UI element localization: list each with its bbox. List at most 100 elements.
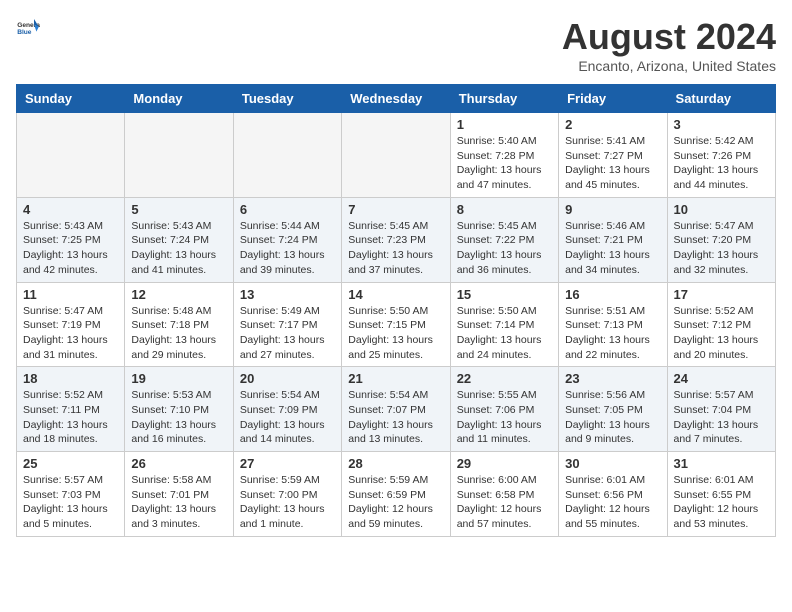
table-row: 15 Sunrise: 5:50 AMSunset: 7:14 PMDayligh… <box>450 282 558 367</box>
table-row: 4Sunrise: 5:43 AMSunset: 7:25 PMDaylight… <box>17 197 125 282</box>
day-info: Sunrise: 5:46 AMSunset: 7:21 PMDaylight:… <box>565 219 660 278</box>
weekday-header-tuesday: Tuesday <box>233 85 341 113</box>
table-row: 25Sunrise: 5:57 AMSunset: 7:03 PMDayligh… <box>17 452 125 537</box>
table-row: 20 Sunrise: 5:54 AMSunset: 7:09 PMDayligh… <box>233 367 341 452</box>
day-info: Sunrise: 6:01 AMSunset: 6:55 PMDaylight:… <box>674 473 769 532</box>
day-info: Sunrise: 5:54 AMSunset: 7:09 PMDaylight:… <box>240 388 335 447</box>
day-info: Sunrise: 5:52 AMSunset: 7:12 PMDaylight:… <box>674 304 769 363</box>
day-number: 23 <box>565 371 660 386</box>
day-number: 12 <box>131 287 226 302</box>
calendar: SundayMondayTuesdayWednesdayThursdayFrid… <box>16 84 776 537</box>
day-info: Sunrise: 5:44 AMSunset: 7:24 PMDaylight:… <box>240 219 335 278</box>
table-row: 1Sunrise: 5:40 AMSunset: 7:28 PMDaylight… <box>450 113 558 198</box>
table-row: 2 Sunrise: 5:41 AMSunset: 7:27 PMDaylight… <box>559 113 667 198</box>
table-row: 14 Sunrise: 5:50 AMSunset: 7:15 PMDayligh… <box>342 282 450 367</box>
table-row: 27 Sunrise: 5:59 AMSunset: 7:00 PMDayligh… <box>233 452 341 537</box>
day-info: Sunrise: 5:42 AMSunset: 7:26 PMDaylight:… <box>674 134 769 193</box>
day-number: 31 <box>674 456 769 471</box>
day-info: Sunrise: 5:53 AMSunset: 7:10 PMDaylight:… <box>131 388 226 447</box>
calendar-week-row: 1Sunrise: 5:40 AMSunset: 7:28 PMDaylight… <box>17 113 776 198</box>
table-row: 10 Sunrise: 5:47 AMSunset: 7:20 PMDayligh… <box>667 197 775 282</box>
table-row: 26Sunrise: 5:58 AMSunset: 7:01 PMDayligh… <box>125 452 233 537</box>
day-number: 24 <box>674 371 769 386</box>
svg-text:Blue: Blue <box>17 29 32 36</box>
subtitle: Encanto, Arizona, United States <box>562 58 776 74</box>
day-info: Sunrise: 5:52 AMSunset: 7:11 PMDaylight:… <box>23 388 118 447</box>
day-info: Sunrise: 5:56 AMSunset: 7:05 PMDaylight:… <box>565 388 660 447</box>
table-row: 28Sunrise: 5:59 AMSunset: 6:59 PMDayligh… <box>342 452 450 537</box>
day-number: 10 <box>674 202 769 217</box>
day-info: Sunrise: 5:48 AMSunset: 7:18 PMDaylight:… <box>131 304 226 363</box>
day-number: 13 <box>240 287 335 302</box>
day-number: 11 <box>23 287 118 302</box>
day-info: Sunrise: 5:54 AMSunset: 7:07 PMDaylight:… <box>348 388 443 447</box>
day-number: 2 <box>565 117 660 132</box>
table-row: 7Sunrise: 5:45 AMSunset: 7:23 PMDaylight… <box>342 197 450 282</box>
day-number: 5 <box>131 202 226 217</box>
table-row: 19 Sunrise: 5:53 AMSunset: 7:10 PMDayligh… <box>125 367 233 452</box>
header: General Blue August 2024 Encanto, Arizon… <box>16 16 776 74</box>
table-row: 23 Sunrise: 5:56 AMSunset: 7:05 PMDayligh… <box>559 367 667 452</box>
table-row <box>125 113 233 198</box>
table-row: 17 Sunrise: 5:52 AMSunset: 7:12 PMDayligh… <box>667 282 775 367</box>
table-row: 29Sunrise: 6:00 AMSunset: 6:58 PMDayligh… <box>450 452 558 537</box>
day-info: Sunrise: 6:00 AMSunset: 6:58 PMDaylight:… <box>457 473 552 532</box>
calendar-week-row: 18 Sunrise: 5:52 AMSunset: 7:11 PMDayligh… <box>17 367 776 452</box>
day-info: Sunrise: 5:50 AMSunset: 7:15 PMDaylight:… <box>348 304 443 363</box>
weekday-header-saturday: Saturday <box>667 85 775 113</box>
day-info: Sunrise: 5:55 AMSunset: 7:06 PMDaylight:… <box>457 388 552 447</box>
table-row: 16Sunrise: 5:51 AMSunset: 7:13 PMDayligh… <box>559 282 667 367</box>
weekday-header-wednesday: Wednesday <box>342 85 450 113</box>
day-number: 17 <box>674 287 769 302</box>
day-info: Sunrise: 5:59 AMSunset: 7:00 PMDaylight:… <box>240 473 335 532</box>
day-number: 1 <box>457 117 552 132</box>
day-number: 19 <box>131 371 226 386</box>
day-number: 27 <box>240 456 335 471</box>
table-row: 5 Sunrise: 5:43 AMSunset: 7:24 PMDaylight… <box>125 197 233 282</box>
day-info: Sunrise: 5:57 AMSunset: 7:03 PMDaylight:… <box>23 473 118 532</box>
table-row: 30Sunrise: 6:01 AMSunset: 6:56 PMDayligh… <box>559 452 667 537</box>
weekday-header-sunday: Sunday <box>17 85 125 113</box>
logo-icon: General Blue <box>16 16 40 40</box>
weekday-header-row: SundayMondayTuesdayWednesdayThursdayFrid… <box>17 85 776 113</box>
day-number: 15 <box>457 287 552 302</box>
day-number: 4 <box>23 202 118 217</box>
day-info: Sunrise: 5:45 AMSunset: 7:23 PMDaylight:… <box>348 219 443 278</box>
day-number: 30 <box>565 456 660 471</box>
day-number: 14 <box>348 287 443 302</box>
day-info: Sunrise: 5:51 AMSunset: 7:13 PMDaylight:… <box>565 304 660 363</box>
day-number: 20 <box>240 371 335 386</box>
weekday-header-monday: Monday <box>125 85 233 113</box>
table-row: 3Sunrise: 5:42 AMSunset: 7:26 PMDaylight… <box>667 113 775 198</box>
title-area: August 2024 Encanto, Arizona, United Sta… <box>562 16 776 74</box>
weekday-header-thursday: Thursday <box>450 85 558 113</box>
day-number: 6 <box>240 202 335 217</box>
table-row: 9 Sunrise: 5:46 AMSunset: 7:21 PMDaylight… <box>559 197 667 282</box>
table-row: 12 Sunrise: 5:48 AMSunset: 7:18 PMDayligh… <box>125 282 233 367</box>
day-info: Sunrise: 5:59 AMSunset: 6:59 PMDaylight:… <box>348 473 443 532</box>
day-info: Sunrise: 5:49 AMSunset: 7:17 PMDaylight:… <box>240 304 335 363</box>
day-info: Sunrise: 5:58 AMSunset: 7:01 PMDaylight:… <box>131 473 226 532</box>
table-row: 24Sunrise: 5:57 AMSunset: 7:04 PMDayligh… <box>667 367 775 452</box>
day-number: 21 <box>348 371 443 386</box>
calendar-week-row: 25Sunrise: 5:57 AMSunset: 7:03 PMDayligh… <box>17 452 776 537</box>
table-row <box>17 113 125 198</box>
day-info: Sunrise: 5:43 AMSunset: 7:24 PMDaylight:… <box>131 219 226 278</box>
table-row: 22 Sunrise: 5:55 AMSunset: 7:06 PMDayligh… <box>450 367 558 452</box>
table-row: 8 Sunrise: 5:45 AMSunset: 7:22 PMDaylight… <box>450 197 558 282</box>
day-info: Sunrise: 5:41 AMSunset: 7:27 PMDaylight:… <box>565 134 660 193</box>
day-number: 8 <box>457 202 552 217</box>
day-number: 22 <box>457 371 552 386</box>
day-info: Sunrise: 5:47 AMSunset: 7:19 PMDaylight:… <box>23 304 118 363</box>
table-row: 13 Sunrise: 5:49 AMSunset: 7:17 PMDayligh… <box>233 282 341 367</box>
day-number: 18 <box>23 371 118 386</box>
day-info: Sunrise: 5:47 AMSunset: 7:20 PMDaylight:… <box>674 219 769 278</box>
table-row: 6 Sunrise: 5:44 AMSunset: 7:24 PMDaylight… <box>233 197 341 282</box>
logo: General Blue <box>16 16 40 40</box>
day-info: Sunrise: 5:50 AMSunset: 7:14 PMDaylight:… <box>457 304 552 363</box>
day-number: 9 <box>565 202 660 217</box>
main-title: August 2024 <box>562 16 776 58</box>
calendar-week-row: 4Sunrise: 5:43 AMSunset: 7:25 PMDaylight… <box>17 197 776 282</box>
day-info: Sunrise: 5:45 AMSunset: 7:22 PMDaylight:… <box>457 219 552 278</box>
weekday-header-friday: Friday <box>559 85 667 113</box>
